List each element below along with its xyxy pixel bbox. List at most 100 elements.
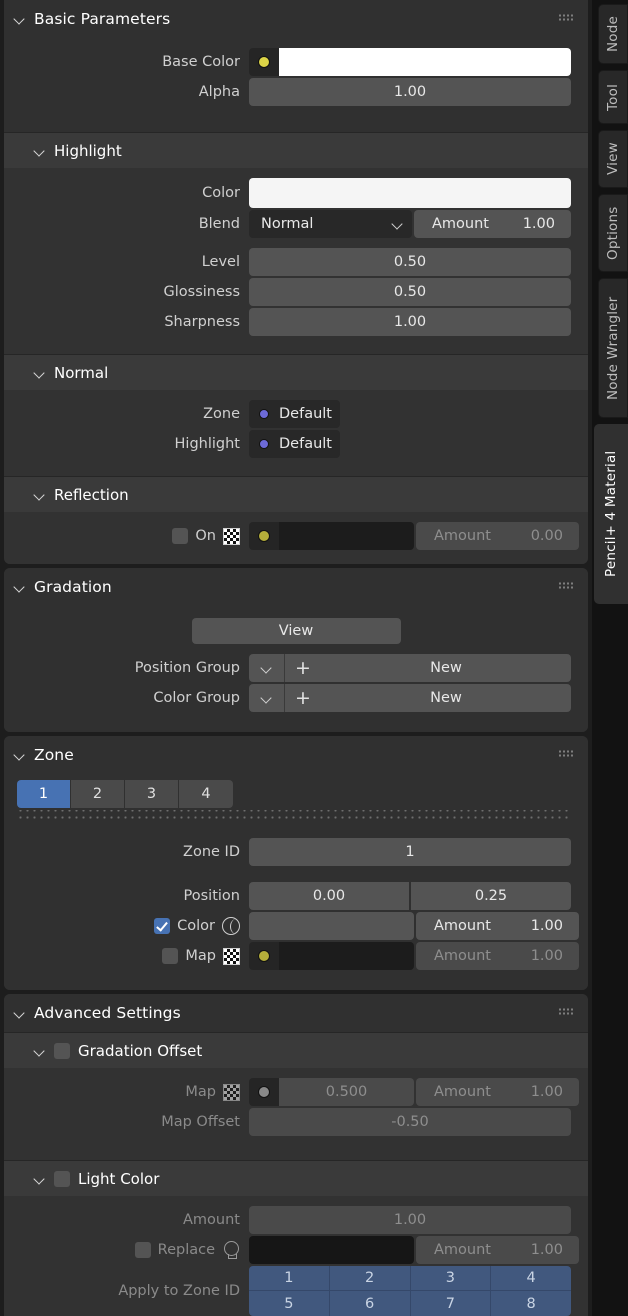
drag-handle-icon[interactable] [559,750,574,760]
subpanel-body-reflection: On Amount 0.00 [4,512,588,564]
zone-map-checkbox[interactable] [162,948,179,964]
zone-id-button-7[interactable]: 7 [410,1291,492,1316]
zone-id-button-5[interactable]: 5 [249,1291,330,1316]
zone-color-amount-label: Amount [434,918,491,934]
chevron-down-icon [14,1007,26,1019]
normal-highlight-dropdown[interactable]: Default [249,430,340,458]
position-group-add-icon[interactable]: + [285,654,321,682]
base-color-swatch[interactable] [279,48,571,76]
zone-color-checkbox[interactable] [154,918,171,934]
light-color-replace-checkbox[interactable] [134,1242,151,1258]
reflection-color-field[interactable] [249,522,414,550]
zone-map-color-field[interactable] [249,942,414,970]
tab-options[interactable]: Options [598,194,628,272]
position-group-selector[interactable]: + New [249,654,571,682]
panel-header-gradation[interactable]: Gradation [4,568,588,606]
row-highlight-color: Color [4,178,588,208]
zone-id-button-4[interactable]: 4 [491,1266,571,1291]
zone-tab-1[interactable]: 1 [17,780,71,808]
subpanel-header-reflection[interactable]: Reflection [4,476,588,512]
texture-checker-icon[interactable] [223,947,240,965]
tab-node[interactable]: Node [598,4,628,64]
highlight-blend-amount-field[interactable]: Amount 1.00 [414,210,571,238]
gradation-offset-amount-field[interactable]: Amount 1.00 [416,1078,579,1106]
map-offset-label: Map Offset [161,1114,240,1130]
row-alpha: Alpha 1.00 [4,78,588,106]
panel-header-zone[interactable]: Zone [4,736,588,774]
reflection-amount-field[interactable]: Amount 0.00 [416,522,579,550]
zone-id-button-2[interactable]: 2 [329,1266,411,1291]
tab-node-wrangler[interactable]: Node Wrangler [598,278,628,418]
gradation-offset-checkbox[interactable] [54,1042,70,1059]
zone-map-socket-button[interactable] [249,942,279,970]
base-color-field[interactable] [249,48,571,76]
reflection-amount-label: Amount [434,528,491,544]
light-color-replace-swatch[interactable] [249,1236,414,1264]
highlight-glossiness-slider[interactable]: 0.50 [249,278,571,306]
tab-pencil-4-material[interactable]: Pencil+ 4 Material [594,424,628,604]
zone-map-swatch[interactable] [279,942,414,970]
zone-position-start[interactable]: 0.00 [249,882,409,910]
tab-view[interactable]: View [598,130,628,188]
zone-position-end[interactable]: 0.25 [411,882,571,910]
zone-tab-3[interactable]: 3 [125,780,179,808]
zone-id-value[interactable]: 1 [249,838,571,866]
zone-id-button-8[interactable]: 8 [491,1291,571,1316]
zone-id-button-3[interactable]: 3 [410,1266,492,1291]
color-group-new-button[interactable]: New [321,684,571,712]
drag-handle-icon[interactable] [559,1008,574,1018]
tab-tool[interactable]: Tool [598,70,628,124]
base-color-socket-button[interactable] [249,48,279,76]
gradation-offset-socket-button[interactable] [249,1078,279,1106]
highlight-blend-dropdown[interactable]: Normal [249,210,412,238]
highlight-color-swatch[interactable] [249,178,571,208]
light-color-checkbox[interactable] [54,1170,70,1187]
light-color-replace-amount-field[interactable]: Amount 1.00 [416,1236,579,1264]
reflection-on-checkbox[interactable] [172,528,189,544]
texture-checker-icon[interactable] [223,1083,240,1101]
normal-zone-value: Default [279,406,332,422]
light-bulb-icon[interactable] [222,1241,240,1259]
texture-checker-icon[interactable] [223,527,240,545]
row-highlight-glossiness: Glossiness 0.50 [4,278,588,306]
alpha-value-slider[interactable]: 1.00 [249,78,571,106]
zone-color-swatch[interactable] [249,912,414,940]
zone-id-button-1[interactable]: 1 [249,1266,330,1291]
reflection-color-swatch[interactable] [279,522,414,550]
panel-header-advanced-settings[interactable]: Advanced Settings [4,994,588,1032]
gradation-offset-map-value[interactable]: 0.500 [279,1078,414,1106]
gradation-offset-amount-value: 1.00 [530,1084,563,1100]
position-group-browse-button[interactable] [249,654,285,682]
highlight-sharpness-label: Sharpness [164,314,240,330]
map-offset-value[interactable]: -0.50 [249,1108,571,1136]
position-group-new-button[interactable]: New [321,654,571,682]
color-group-selector[interactable]: + New [249,684,571,712]
zone-tab-2[interactable]: 2 [71,780,125,808]
color-group-add-icon[interactable]: + [285,684,321,712]
drag-handle-icon[interactable] [559,582,574,592]
subpanel-header-light-color[interactable]: Light Color [4,1160,588,1196]
color-group-browse-button[interactable] [249,684,285,712]
gradation-view-button[interactable]: View [191,618,401,644]
shading-sphere-icon[interactable] [222,917,240,935]
subpanel-header-gradation-offset[interactable]: Gradation Offset [4,1032,588,1068]
normal-highlight-label: Highlight [174,436,240,452]
reflection-socket-button[interactable] [249,522,279,550]
zone-tab-4[interactable]: 4 [179,780,233,808]
gradation-offset-map-field[interactable]: 0.500 [249,1078,414,1106]
normal-zone-label: Zone [203,406,240,422]
row-apply-to-zone-id: Apply to Zone ID 1 2 3 4 5 6 7 8 [4,1266,588,1316]
highlight-level-slider[interactable]: 0.50 [249,248,571,276]
basic-parameters-body: Base Color Alpha 1.00 [4,38,588,132]
zone-id-button-6[interactable]: 6 [329,1291,411,1316]
node-socket-icon [259,439,269,449]
subpanel-header-highlight[interactable]: Highlight [4,132,588,168]
light-color-amount-value[interactable]: 1.00 [249,1206,571,1234]
zone-color-amount-field[interactable]: Amount 1.00 [416,912,579,940]
panel-header-basic-parameters[interactable]: Basic Parameters [4,0,588,38]
drag-handle-icon[interactable] [559,14,574,24]
zone-map-amount-field[interactable]: Amount 1.00 [416,942,579,970]
highlight-sharpness-slider[interactable]: 1.00 [249,308,571,336]
subpanel-header-normal[interactable]: Normal [4,354,588,390]
normal-zone-dropdown[interactable]: Default [249,400,340,428]
